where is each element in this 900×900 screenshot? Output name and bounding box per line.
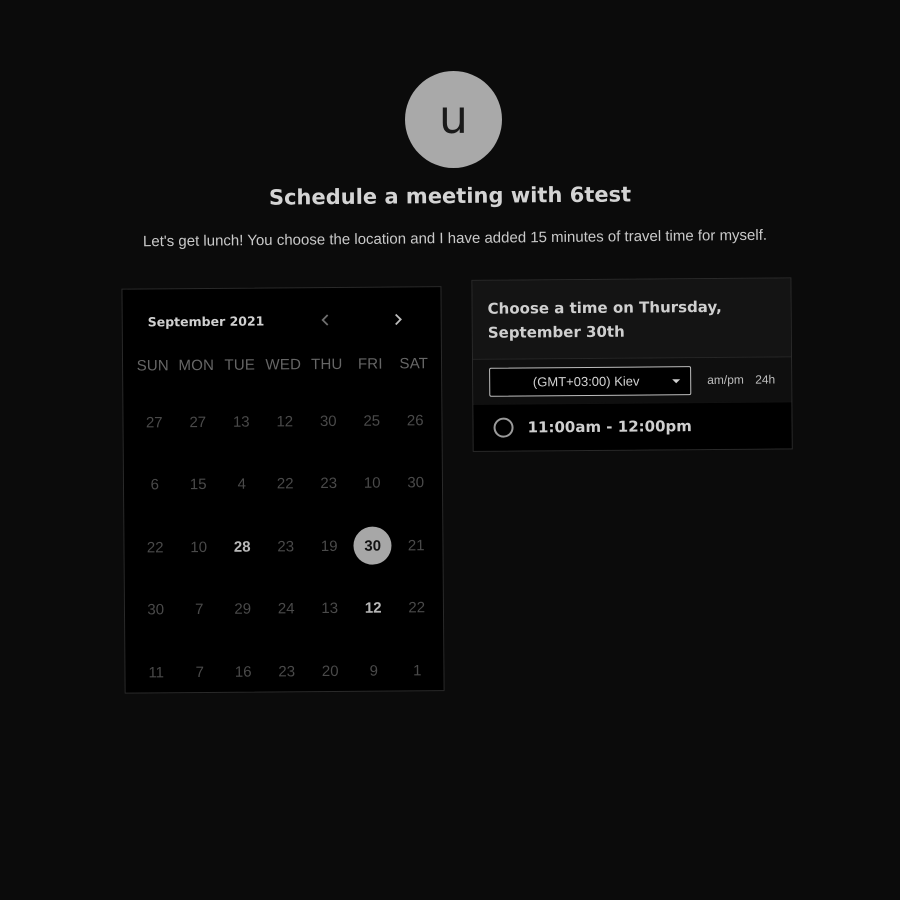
calendar-day-number: 12 (364, 599, 382, 617)
ampm-format-toggle[interactable]: am/pm (707, 373, 744, 387)
calendar-day: 22 (133, 516, 177, 579)
calendar-day[interactable]: 23 (307, 452, 351, 515)
calendar-day: 30 (306, 390, 350, 453)
calendar-day-number: 23 (278, 663, 296, 681)
calendar-day: 16 (221, 640, 265, 703)
calendar-day: 10 (350, 452, 394, 515)
calendar-day: 27 (132, 391, 176, 454)
calendar-day: 23 (264, 515, 308, 578)
calendar-day[interactable]: 4 (220, 453, 264, 516)
calendar-day-number: 21 (407, 536, 425, 555)
calendar-day-number: 26 (406, 411, 424, 430)
calendar-day-number: 30 (407, 474, 425, 492)
weekday-label: THU (311, 355, 343, 374)
calendar-day-number: 30 (353, 526, 392, 566)
calendar-day: 7 (178, 641, 222, 704)
calendar-day-number: 16 (234, 663, 252, 681)
booking-page: u Schedule a meeting with 6test Let's ge… (0, 0, 900, 900)
calendar-day: 29 (221, 578, 265, 641)
weekday-label: MON (178, 356, 215, 375)
calendar-day: 11 (134, 641, 178, 704)
radio-icon[interactable] (493, 417, 514, 438)
calendar-day-number: 10 (190, 538, 208, 556)
calendar-day-number: 30 (319, 412, 337, 430)
calendar-day-number: 27 (145, 414, 163, 432)
previous-month-button[interactable] (311, 306, 341, 334)
calendar-day-number: 28 (233, 538, 251, 556)
calendar-day-number: 7 (194, 601, 204, 619)
calendar-day: 23 (265, 640, 309, 703)
weekday-label: SUN (136, 357, 170, 375)
24h-format-toggle[interactable]: 24h (755, 372, 775, 386)
calendar-day[interactable]: 28 (220, 516, 264, 579)
calendar-day-number: 27 (189, 413, 207, 431)
chevron-left-icon (321, 314, 329, 326)
calendar-day: 10 (177, 516, 221, 579)
calendar-day-number: 25 (363, 412, 381, 430)
calendar-day-number: 7 (195, 663, 204, 681)
calendar-day-number: 30 (147, 601, 165, 619)
calendar-day: 27 (176, 391, 220, 454)
calendar-days-grid: 27 27 13 12 30 25 26 6 15 4 22 23 10 30 22 10 28 23 19 30 21… (132, 389, 438, 704)
calendar-day-number: 20 (321, 662, 339, 680)
calendar-day: 30 (394, 452, 438, 515)
calendar-day: 20 (308, 640, 352, 703)
chevron-right-icon (395, 313, 402, 326)
calendar-day-number: 22 (276, 475, 294, 493)
calendar-day-number: 1 (412, 662, 422, 680)
weekday-label: SAT (399, 355, 429, 373)
calendar-day-number: 4 (237, 475, 246, 493)
calendar-day[interactable]: 19 (307, 515, 351, 578)
calendar-day-number: 24 (277, 600, 295, 618)
calendar-day: 9 (352, 639, 396, 702)
caret-down-icon (672, 378, 681, 383)
calendar-day: 13 (219, 391, 263, 454)
calendar-day: 22 (263, 453, 307, 516)
calendar-day-number: 19 (320, 537, 338, 555)
calendar-day-number: 23 (320, 475, 338, 493)
time-picker-title: Choose a time on Thursday, September 30t… (487, 297, 722, 342)
time-picker-toolbar: (GMT+03:00) Kiev am/pm 24h (473, 357, 792, 404)
calendar-day-number: 15 (189, 476, 207, 494)
weekday-label: FRI (357, 355, 383, 373)
timezone-value: (GMT+03:00) Kiev (532, 373, 640, 390)
calendar-day[interactable]: 30 (351, 514, 395, 577)
weekday-label: TUE (224, 356, 256, 374)
time-slot-option[interactable]: 11:00am - 12:00pm (473, 402, 792, 451)
calendar-day-number: 12 (276, 413, 294, 431)
calendar-day[interactable]: 12 (351, 577, 395, 640)
calendar-day[interactable]: 24 (264, 578, 308, 641)
timezone-select[interactable]: (GMT+03:00) Kiev (489, 366, 692, 397)
calendar-day-number: 13 (232, 413, 250, 431)
calendar-day: 22 (395, 577, 439, 640)
weekday-label: WED (265, 356, 302, 374)
calendar-day: 21 (394, 514, 438, 577)
calendar-day-number: 9 (369, 662, 378, 680)
calendar: September 2021 SUN MON TUE WED THU FRI S… (121, 286, 445, 694)
calendar-day-number: 11 (148, 664, 165, 682)
calendar-day-number: 23 (277, 538, 295, 556)
calendar-day-number: 22 (408, 599, 426, 617)
calendar-day-number: 6 (150, 476, 159, 494)
calendar-day-number: 13 (321, 600, 339, 618)
calendar-day-number: 29 (234, 600, 252, 618)
next-month-button[interactable] (383, 305, 413, 333)
calendar-month-label: September 2021 (147, 313, 265, 330)
calendar-day: 7 (177, 578, 221, 641)
calendar-day: 26 (393, 389, 437, 452)
calendar-day-number: 22 (146, 539, 164, 557)
scheduler-panels: September 2021 SUN MON TUE WED THU FRI S… (0, 0, 900, 900)
calendar-day-number: 10 (363, 474, 381, 492)
calendar-day[interactable]: 12 (263, 390, 307, 453)
weekday-header: SUN MON TUE WED THU FRI SAT (131, 355, 435, 374)
calendar-day: 6 (133, 454, 177, 517)
calendar-day: 15 (176, 453, 220, 516)
time-picker: Choose a time on Thursday, September 30t… (471, 277, 793, 452)
time-slot-label: 11:00am - 12:00pm (527, 417, 692, 437)
calendar-day: 13 (308, 577, 352, 640)
time-picker-header: Choose a time on Thursday, September 30t… (472, 278, 792, 360)
calendar-day: 25 (350, 389, 394, 452)
calendar-day: 30 (134, 579, 178, 642)
calendar-day: 1 (395, 639, 439, 702)
